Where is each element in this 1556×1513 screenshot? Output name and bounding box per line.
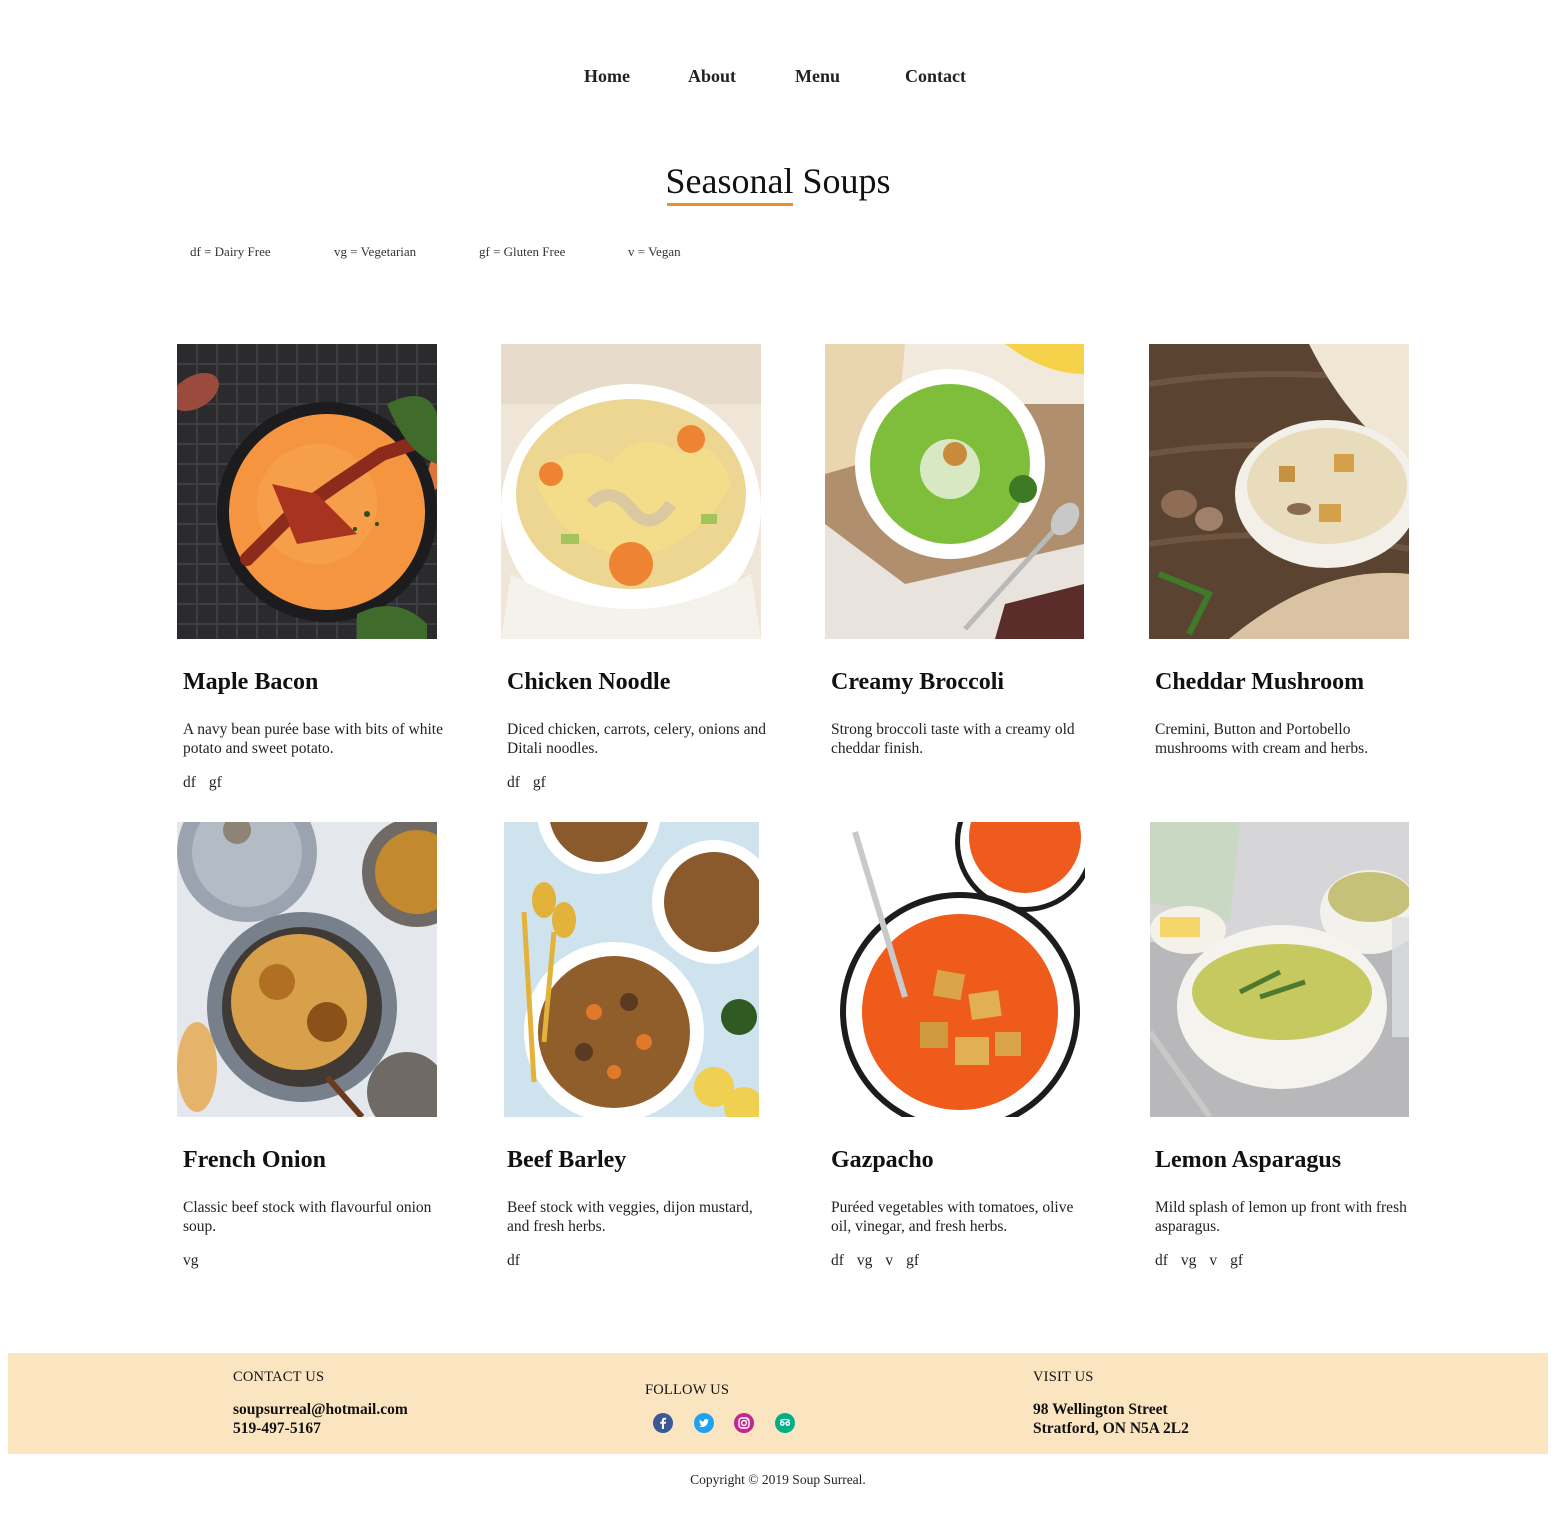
soup-description: Mild splash of lemon up front with fresh…: [1155, 1199, 1407, 1235]
gazpacho-soup-image: [825, 822, 1085, 1117]
soup-name: French Onion: [183, 1147, 326, 1173]
tag-vg: vg: [856, 1252, 873, 1269]
nav-home-link[interactable]: Home: [584, 66, 630, 87]
tag-v: v: [1209, 1252, 1218, 1269]
nav-about-link[interactable]: About: [688, 66, 736, 87]
soup-description: Diced chicken, carrots, celery, onions a…: [507, 721, 766, 757]
twitter-icon[interactable]: [694, 1413, 714, 1433]
title-underline: [667, 203, 793, 206]
address-line-1: 98 Wellington Street: [1033, 1401, 1168, 1418]
tag-gf: gf: [208, 774, 222, 791]
soup-name: Maple Bacon: [183, 669, 319, 695]
soup-tags: df gf: [507, 774, 559, 792]
address-line-2: Stratford, ON N5A 2L2: [1033, 1420, 1189, 1437]
soup-description: Strong broccoli taste with a creamy old …: [831, 721, 1075, 757]
tag-df: df: [507, 1252, 520, 1269]
soup-tags: df vg v gf: [1155, 1252, 1256, 1270]
contact-heading: CONTACT US: [233, 1369, 325, 1385]
copyright-text: Copyright © 2019 Soup Surreal.: [690, 1472, 866, 1487]
follow-heading: FOLLOW US: [645, 1382, 730, 1398]
soup-name: Beef Barley: [507, 1147, 627, 1173]
nav-contact-link[interactable]: Contact: [905, 66, 966, 87]
soup-name: Chicken Noodle: [507, 669, 671, 695]
tag-gf: gf: [1230, 1252, 1244, 1269]
soup-name: Cheddar Mushroom: [1155, 669, 1365, 695]
tag-df: df: [1155, 1252, 1168, 1269]
instagram-icon[interactable]: [734, 1413, 754, 1433]
main-nav: Home About Menu Contact: [0, 66, 1556, 92]
tag-vg: vg: [183, 1252, 199, 1269]
facebook-icon[interactable]: [653, 1413, 673, 1433]
tripadvisor-icon[interactable]: [775, 1413, 795, 1433]
visit-heading: VISIT US: [1033, 1369, 1094, 1385]
soup-description: Cremini, Button and Portobello mushrooms…: [1155, 721, 1369, 757]
creamy-broccoli-soup-image: [825, 344, 1084, 639]
tag-v: v: [885, 1252, 894, 1269]
soup-tags: vg: [183, 1252, 212, 1270]
chicken-noodle-soup-image: [501, 344, 761, 639]
legend-vegetarian: vg = Vegetarian: [334, 244, 417, 259]
tag-vg: vg: [1180, 1252, 1197, 1269]
soup-name: Lemon Asparagus: [1155, 1147, 1342, 1173]
tag-df: df: [507, 774, 520, 791]
tag-df: df: [183, 774, 196, 791]
legend-vegan: v = Vegan: [628, 244, 681, 259]
soup-description: Beef stock with veggies, dijon mustard, …: [507, 1199, 753, 1235]
soup-description: A navy bean purée base with bits of whit…: [183, 721, 443, 757]
page-title: Seasonal Soups: [665, 161, 891, 201]
tag-df: df: [831, 1252, 844, 1269]
cheddar-mushroom-soup-image: [1149, 344, 1409, 639]
tag-gf: gf: [906, 1252, 920, 1269]
legend-dairy-free: df = Dairy Free: [190, 244, 271, 259]
soup-name: Gazpacho: [831, 1147, 934, 1173]
contact-phone[interactable]: 519-497-5167: [233, 1419, 321, 1438]
soup-name: Creamy Broccoli: [831, 669, 1005, 695]
soup-tags: df vg v gf: [831, 1252, 932, 1270]
contact-email[interactable]: soupsurreal@hotmail.com: [233, 1400, 408, 1419]
tag-gf: gf: [532, 774, 546, 791]
soup-description: Classic beef stock with flavourful onion…: [183, 1199, 432, 1235]
legend-gluten-free: gf = Gluten Free: [479, 244, 566, 259]
beef-barley-soup-image: [504, 822, 759, 1117]
french-onion-soup-image: [177, 822, 437, 1117]
maple-bacon-soup-image: [177, 344, 437, 639]
soup-tags: df gf: [183, 774, 235, 792]
soup-description: Puréed vegetables with tomatoes, olive o…: [831, 1199, 1074, 1235]
lemon-asparagus-soup-image: [1150, 822, 1409, 1117]
nav-menu-link[interactable]: Menu: [795, 66, 840, 87]
soup-tags: df: [507, 1252, 533, 1270]
